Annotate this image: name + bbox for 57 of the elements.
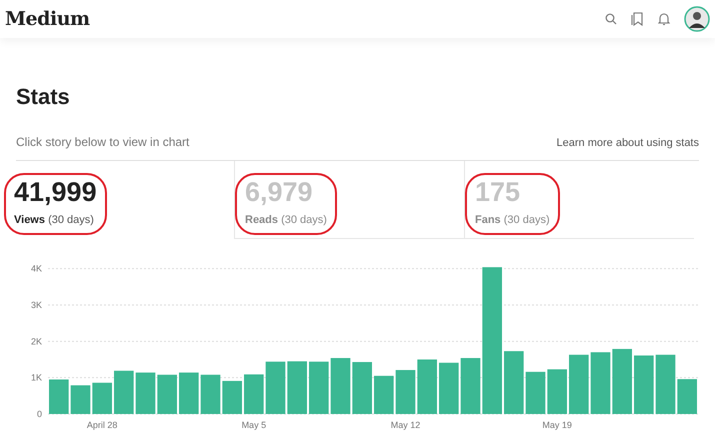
views-bar[interactable] [49, 379, 69, 414]
views-bar[interactable] [157, 374, 177, 414]
views-bar[interactable] [590, 352, 610, 414]
y-axis-label: 3K [30, 300, 42, 310]
x-axis-label: May 12 [390, 420, 420, 430]
search-icon[interactable] [605, 13, 617, 25]
avatar-icon[interactable] [684, 6, 710, 32]
views-bar[interactable] [612, 348, 632, 414]
views-bar[interactable] [352, 362, 372, 414]
views-bar[interactable] [92, 382, 112, 414]
views-bar[interactable] [330, 358, 350, 414]
chart-hint: Click story below to view in chart [16, 134, 190, 151]
views-bar[interactable] [569, 354, 589, 414]
x-axis-label: May 19 [542, 420, 572, 430]
views-bar[interactable] [504, 351, 524, 414]
help-link[interactable]: Learn more about using stats [556, 134, 699, 151]
views-bar[interactable] [460, 358, 480, 414]
logo[interactable]: Medium [5, 4, 90, 34]
stat-label: Views [14, 214, 45, 226]
y-axis-label: 1K [30, 372, 42, 383]
y-axis-label: 4K [30, 264, 42, 274]
x-axis-label: May 5 [242, 420, 266, 430]
stat-period: (30 days) [504, 214, 550, 226]
views-bar[interactable] [179, 372, 199, 414]
views-bar[interactable] [222, 380, 242, 414]
stat-period: (30 days) [281, 214, 327, 226]
views-bar[interactable] [136, 372, 156, 414]
views-bar[interactable] [482, 267, 502, 414]
bookmarks-icon[interactable] [631, 12, 644, 26]
y-axis-label: 2K [30, 336, 42, 346]
views-bar[interactable] [547, 369, 567, 414]
stat-label: Reads [245, 214, 278, 226]
stat-label: Fans [475, 214, 501, 226]
views-bar[interactable] [439, 362, 459, 414]
views-bar[interactable] [417, 360, 437, 414]
views-bar[interactable] [70, 385, 90, 414]
views-bar[interactable] [114, 370, 134, 414]
views-bar[interactable] [526, 372, 546, 414]
views-bar[interactable] [656, 354, 676, 414]
views-bar[interactable] [396, 370, 416, 414]
y-axis-label: 0 [36, 409, 42, 419]
views-bar[interactable] [677, 379, 697, 414]
x-axis-label: April 28 [86, 420, 118, 430]
views-bar[interactable] [200, 374, 220, 414]
views-bar[interactable] [374, 376, 394, 414]
views-bar[interactable] [266, 362, 286, 414]
stat-value: 6,979 [245, 179, 314, 206]
stat-period: (30 days) [48, 214, 94, 226]
stat-tab[interactable]: 41,999 Views (30 days) [4, 173, 107, 234]
page-title: Stats [16, 86, 71, 108]
stat-value: 175 [475, 179, 522, 206]
views-bar[interactable] [244, 374, 264, 414]
views-bar[interactable] [287, 361, 307, 414]
bell-icon[interactable] [658, 12, 670, 26]
views-bar[interactable] [309, 362, 329, 414]
views-bar[interactable] [634, 356, 654, 414]
stat-value: 41,999 [14, 179, 97, 206]
